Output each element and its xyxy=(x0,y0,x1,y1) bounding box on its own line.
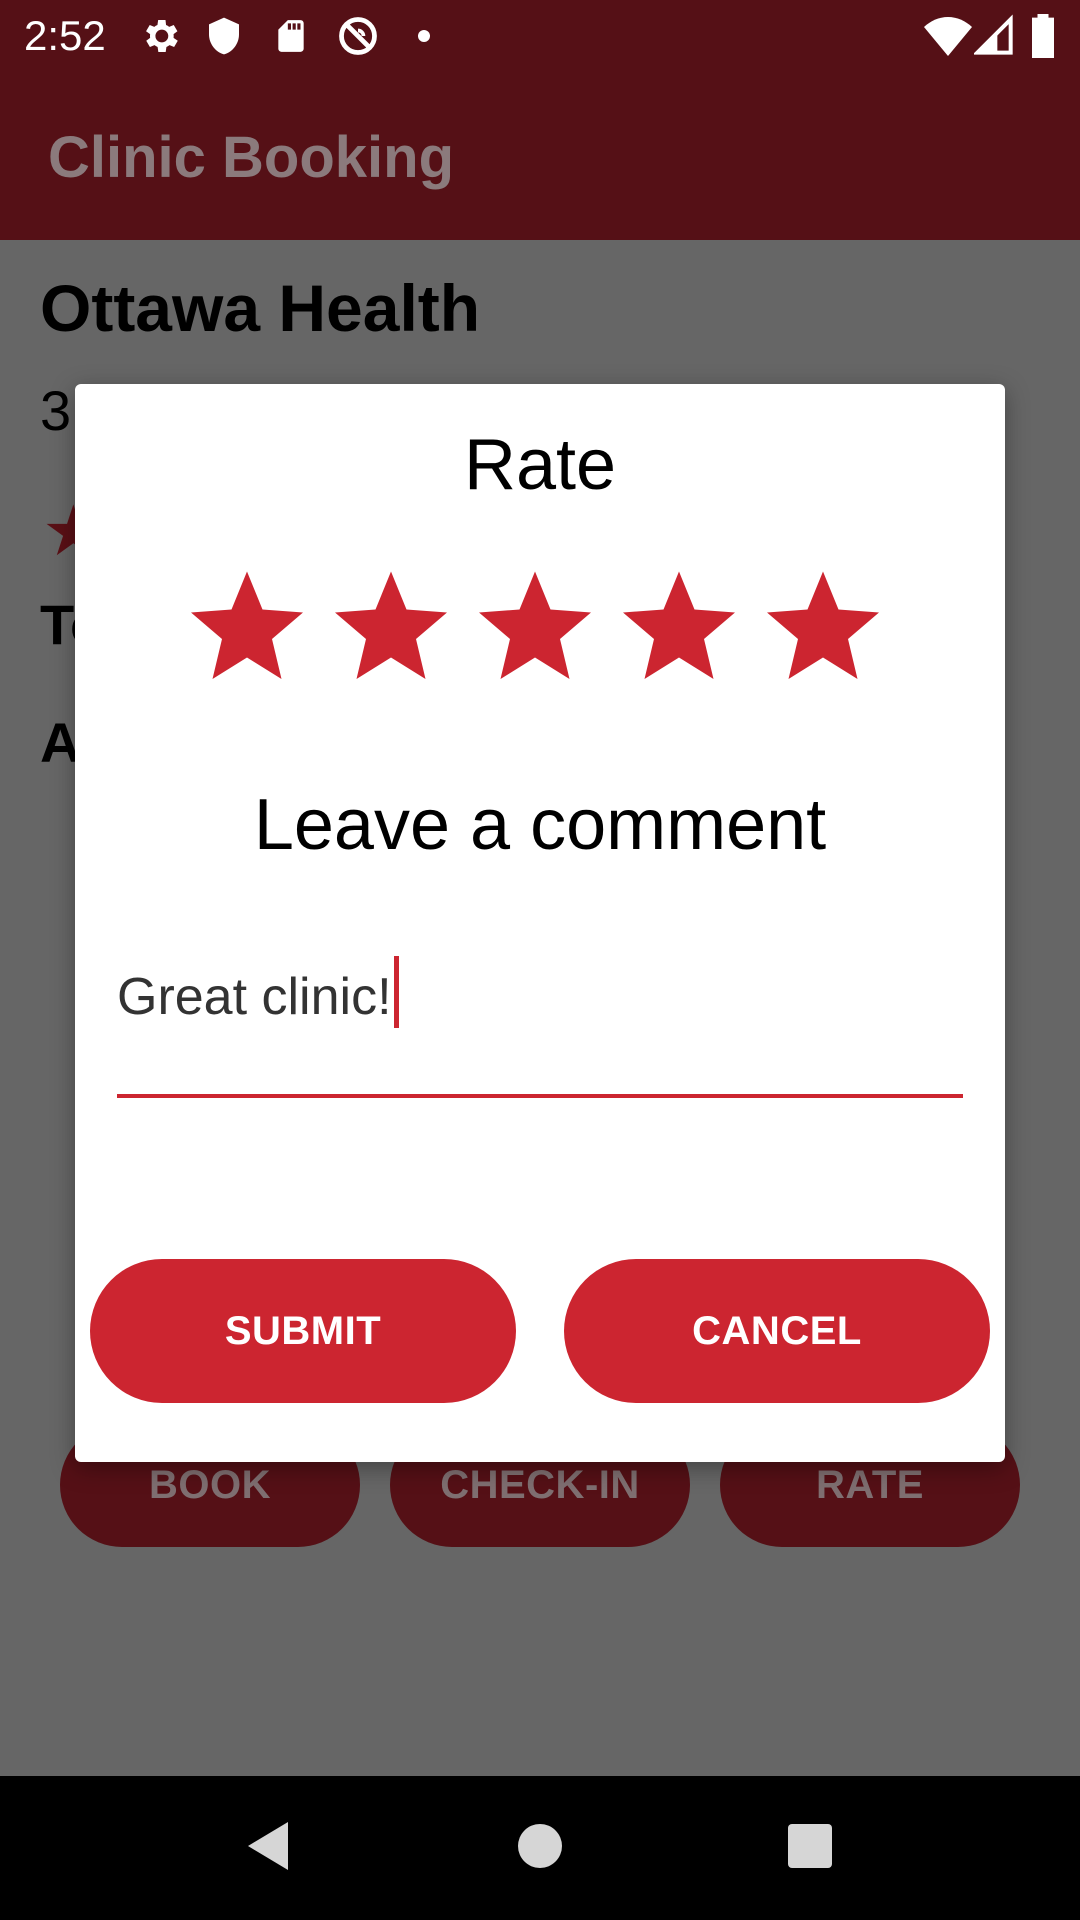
home-icon[interactable] xyxy=(516,1818,564,1874)
status-time: 2:52 xyxy=(24,12,106,59)
star-icon[interactable] xyxy=(475,564,595,684)
status-bar: 2:52 xyxy=(0,0,1080,72)
star-icon[interactable] xyxy=(331,564,451,684)
comment-input[interactable]: Great clinic! xyxy=(117,944,963,1098)
dot-icon xyxy=(418,30,430,42)
star-icon[interactable] xyxy=(763,564,883,684)
sd-card-icon xyxy=(278,20,304,52)
gear-icon xyxy=(146,20,178,52)
recents-icon[interactable] xyxy=(786,1818,834,1874)
comment-heading: Leave a comment xyxy=(253,785,827,865)
rate-dialog: Rate Leave a comment Great clinic! SUBMI… xyxy=(75,384,1005,1462)
shield-icon xyxy=(209,17,239,55)
wifi-icon xyxy=(924,17,972,56)
text-cursor xyxy=(393,956,399,1028)
no-sync-icon xyxy=(339,17,377,55)
app-bar: Clinic Booking xyxy=(0,72,1080,240)
clinic-name: Ottawa Health xyxy=(40,271,481,345)
navigation-bar xyxy=(0,1776,1080,1920)
battery-icon xyxy=(1032,14,1054,58)
star-icon[interactable] xyxy=(619,564,739,684)
signal-icon xyxy=(974,14,1013,55)
submit-button[interactable]: SUBMIT xyxy=(90,1259,516,1403)
cancel-button[interactable]: CANCEL xyxy=(564,1259,990,1403)
star-icon[interactable] xyxy=(187,564,307,684)
back-icon[interactable] xyxy=(244,1818,292,1874)
app-title: Clinic Booking xyxy=(48,125,454,190)
rating-bar[interactable] xyxy=(187,564,907,684)
comment-text: Great clinic! xyxy=(117,968,392,1026)
clinic-address-partial: 3 xyxy=(40,379,72,442)
dialog-title: Rate xyxy=(463,425,617,505)
